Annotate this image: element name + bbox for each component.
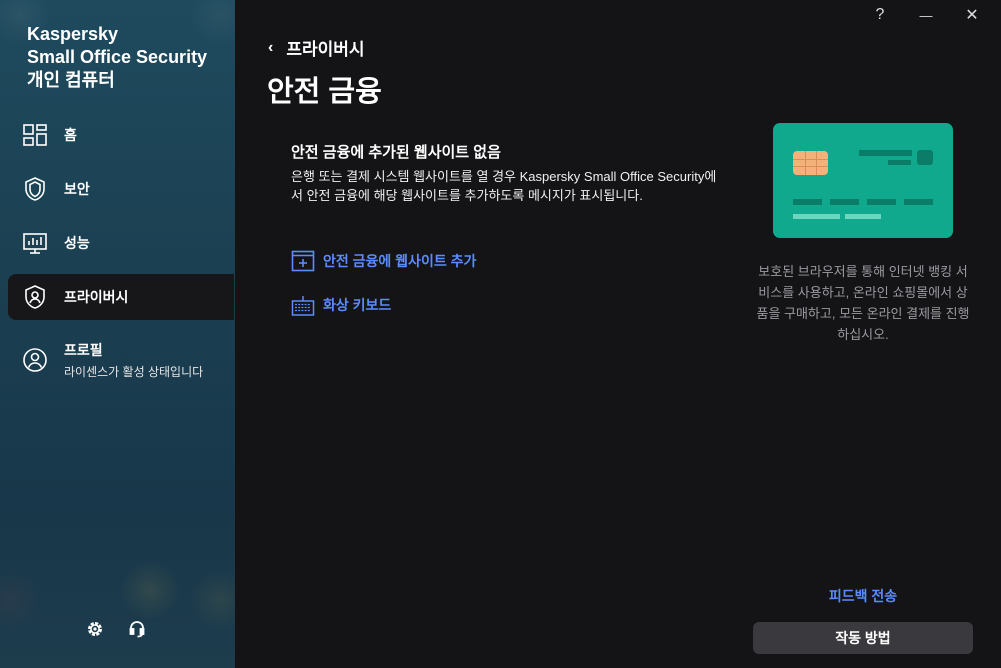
card-number-block [904,199,933,205]
add-website-label: 안전 금융에 웹사이트 추가 [323,253,477,269]
close-button[interactable]: ✕ [949,3,995,27]
card-chip [793,151,828,175]
empty-state-title: 안전 금융에 추가된 웹사이트 없음 [291,144,501,161]
app-brand: Kaspersky Small Office Security 개인 컴퓨터 [27,23,227,92]
keyboard-icon [291,293,315,317]
page-title: 안전 금융 [267,76,382,108]
sidebar-item-profile[interactable]: 프로필 라이센스가 활성 상태입니다 [8,332,234,388]
sidebar-item-label: 프라이버시 [64,289,129,305]
back-label: 프라이버시 [286,40,365,59]
card-number-block [867,199,896,205]
sidebar: Kaspersky Small Office Security 개인 컴퓨터 홈… [0,0,235,668]
dashboard-grid-icon [22,122,48,148]
license-status: 라이센스가 활성 상태입니다 [64,365,204,379]
sidebar-item-performance[interactable]: 성능 [8,220,234,266]
sidebar-item-label: 홈 [64,127,77,143]
brand-line-2: Small Office Security [27,47,208,67]
add-window-icon [291,249,315,273]
card-line [859,150,912,156]
virtual-keyboard-label: 화상 키보드 [323,297,392,313]
minimize-button[interactable]: — [903,3,949,27]
help-button[interactable]: ? [857,3,903,27]
support-headset-icon[interactable] [128,620,146,638]
card-number-block [793,199,822,205]
send-feedback-link[interactable]: 피드백 전송 [753,586,973,606]
user-circle-icon [22,347,48,373]
profile-texts: 프로필 라이센스가 활성 상태입니다 [64,340,203,380]
card-logo [917,150,933,165]
chevron-left-icon: ‹ [268,38,274,56]
card-number-block [830,199,859,205]
profile-label: 프로필 [64,342,103,358]
performance-monitor-icon [22,230,48,256]
settings-gear-icon[interactable] [86,620,104,638]
shield-icon [22,176,48,202]
sidebar-item-label: 성능 [64,235,90,251]
how-it-works-button[interactable]: 작동 방법 [753,622,973,654]
card-line [888,160,911,165]
brand-line-3: 개인 컴퓨터 [27,70,115,90]
back-link[interactable]: ‹ 프라이버시 [268,35,365,60]
credit-card-illustration [773,123,953,238]
virtual-keyboard-link[interactable]: 화상 키보드 [291,293,391,317]
window-controls: ? — ✕ [857,3,995,27]
privacy-shield-user-icon [22,284,48,310]
card-name-line [793,214,840,219]
sidebar-bottom-icons [86,620,146,638]
sidebar-item-label: 보안 [64,181,90,197]
card-date-line [845,214,881,219]
add-website-link[interactable]: 안전 금융에 웹사이트 추가 [291,249,476,273]
empty-state-description: 은행 또는 결제 시스템 웹사이트를 열 경우 Kaspersky Small … [291,169,717,203]
feature-description: 보호된 브라우저를 통해 인터넷 뱅킹 서비스를 사용하고, 온라인 쇼핑몰에서… [756,264,970,342]
sidebar-item-security[interactable]: 보안 [8,166,234,212]
sidebar-item-privacy[interactable]: 프라이버시 [8,274,234,320]
sidebar-item-home[interactable]: 홈 [8,112,234,158]
brand-line-1: Kaspersky [27,24,119,44]
